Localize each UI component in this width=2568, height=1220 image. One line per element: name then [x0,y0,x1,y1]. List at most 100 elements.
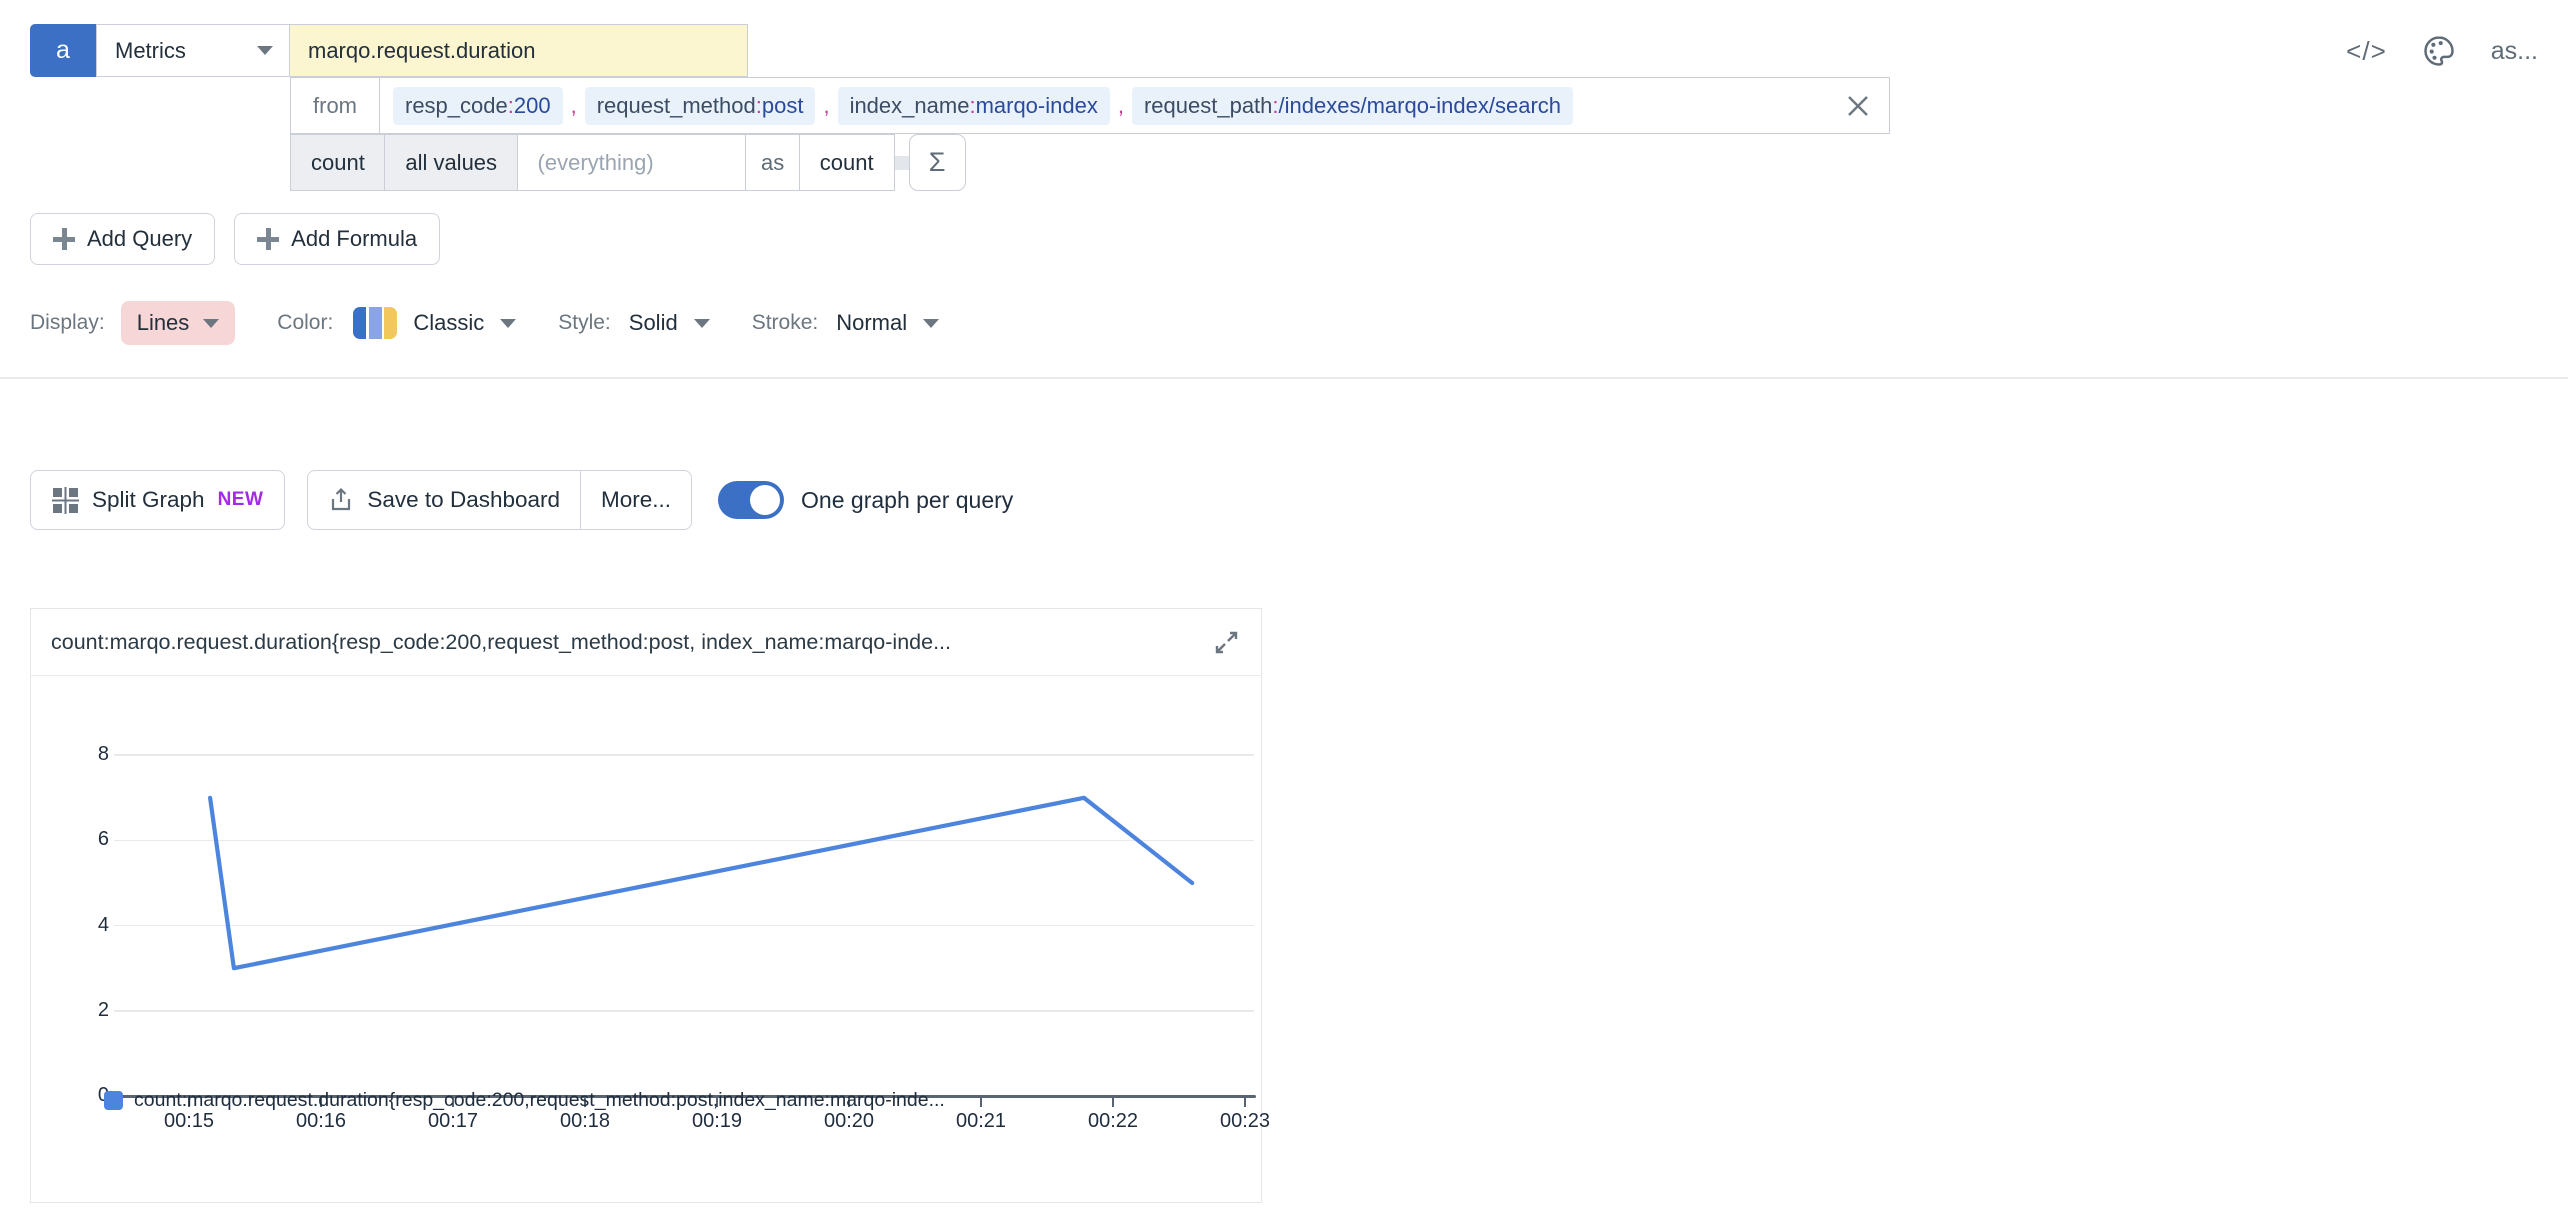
y-axis-label-4: 4 [65,914,109,937]
color-value: Classic [413,310,484,336]
add-query-label: Add Query [87,226,192,252]
filter-key: resp_code [405,93,508,118]
legend-swatch [104,1091,123,1110]
filter-key: request_method [597,93,756,118]
filter-row: from resp_code:200, request_method:post, i… [290,77,1890,134]
close-icon [1844,92,1872,120]
filter-value: post [762,93,804,118]
color-dropdown[interactable]: Classic [413,310,516,336]
chart-series-svg [114,699,1254,1098]
add-formula-label: Add Formula [291,226,417,252]
data-source-dropdown[interactable]: Metrics [96,24,290,77]
filter-chip-request_method[interactable]: request_method:post [585,87,816,125]
graph-toolbar: Split Graph NEW Save to Dashboard More..… [30,470,1013,530]
display-type-dropdown[interactable]: Lines [121,301,236,345]
as-label: as [745,134,800,191]
sigma-function-button[interactable]: Σ [909,134,966,191]
space-aggregation-select[interactable]: all values [384,134,518,191]
plus-icon [257,228,279,250]
clear-filters-button[interactable] [1843,91,1873,121]
one-graph-per-query-toggle[interactable] [718,481,784,519]
as-menu-item[interactable]: as... [2491,37,2538,66]
x-axis-label-00:23: 00:23 [1205,1110,1285,1133]
x-axis-label-00:20: 00:20 [809,1110,889,1133]
more-button[interactable]: More... [580,471,691,529]
query-row: a Metrics marqo.request.duration [30,24,748,77]
toggle-knob [750,485,780,515]
save-to-dashboard-button[interactable]: Save to Dashboard [308,471,580,529]
top-right-controls: </> as... [2346,33,2538,69]
split-grid-icon [52,487,79,514]
group-by-input[interactable]: (everything) [517,134,747,191]
x-axis-label-00:21: 00:21 [941,1110,1021,1133]
add-formula-button[interactable]: Add Formula [234,213,440,265]
y-axis-label-6: 6 [65,828,109,851]
expand-chart-button[interactable] [1211,627,1241,657]
dashboard-button-group: Save to Dashboard More... [307,470,692,530]
chevron-down-icon [257,46,273,55]
query-actions: Add Query Add Formula [30,213,440,265]
style-dropdown[interactable]: Solid [629,310,710,336]
legend-label: count:marqo.request.duration{resp_code:2… [134,1089,945,1112]
metric-input-value: marqo.request.duration [308,38,535,64]
more-label: More... [601,487,671,513]
filter-value: /indexes/marqo-index/search [1279,93,1561,118]
chart-plot-area[interactable]: 0246800:1500:1600:1700:1800:1900:2000:21… [31,676,1261,1202]
code-view-icon[interactable]: </> [2346,36,2387,67]
chevron-down-icon [694,319,710,328]
chevron-down-icon [203,319,219,328]
filter-separator: , [571,93,577,119]
x-tick [1112,1098,1114,1107]
filter-key: index_name [850,93,970,118]
series-line [210,798,1192,968]
x-axis-label-00:16: 00:16 [281,1110,361,1133]
new-badge: NEW [218,489,264,511]
y-axis-label-0: 0 [65,1084,109,1107]
filter-separator: , [823,93,829,119]
row-connector [895,156,909,170]
display-options-row: Display: Lines Color: Classic Style: Sol… [30,301,939,345]
chart-title: count:marqo.request.duration{resp_code:2… [51,630,1211,655]
add-query-button[interactable]: Add Query [30,213,215,265]
stroke-value: Normal [836,310,907,336]
query-letter-badge: a [30,24,96,77]
color-label: Color: [277,311,333,335]
metric-input[interactable]: marqo.request.duration [290,24,748,77]
color-palette-icon [353,307,397,339]
split-graph-label: Split Graph [92,487,205,513]
chevron-down-icon [923,319,939,328]
display-type-value: Lines [137,310,190,336]
aggregator-select[interactable]: count [290,134,386,191]
chart-legend[interactable]: count:marqo.request.duration{resp_code:2… [104,1089,945,1112]
from-label: from [291,78,380,133]
plus-icon [53,228,75,250]
expand-icon [1213,629,1240,656]
metrics-explorer: a Metrics marqo.request.duration from re… [0,0,2568,1220]
split-graph-button[interactable]: Split Graph NEW [30,470,285,530]
palette-icon[interactable] [2421,33,2457,69]
y-axis-label-2: 2 [65,999,109,1022]
stroke-label: Stroke: [752,311,819,335]
style-label: Style: [558,311,611,335]
filter-chip-index_name[interactable]: index_name:marqo-index [838,87,1110,125]
filter-key: request_path [1144,93,1272,118]
filter-chip-list: resp_code:200, request_method:post, index_… [380,87,1573,125]
x-tick [1244,1098,1246,1107]
x-axis-label-00:15: 00:15 [149,1110,229,1133]
chart-card: count:marqo.request.duration{resp_code:2… [30,608,1262,1203]
alias-select[interactable]: count [799,134,895,191]
filter-value: marqo-index [976,93,1098,118]
display-label: Display: [30,311,105,335]
style-value: Solid [629,310,678,336]
save-to-dashboard-label: Save to Dashboard [367,487,560,513]
aggregation-row: count all values (everything) as count Σ [290,134,966,191]
x-axis-label-00:22: 00:22 [1073,1110,1153,1133]
export-icon [328,487,354,513]
filter-chip-request_path[interactable]: request_path:/indexes/marqo-index/search [1132,87,1573,125]
x-axis-label-00:18: 00:18 [545,1110,625,1133]
stroke-dropdown[interactable]: Normal [836,310,939,336]
filter-chip-resp_code[interactable]: resp_code:200 [393,87,563,125]
section-divider [0,377,2568,379]
filter-value: 200 [514,93,551,118]
data-source-label: Metrics [115,38,186,64]
